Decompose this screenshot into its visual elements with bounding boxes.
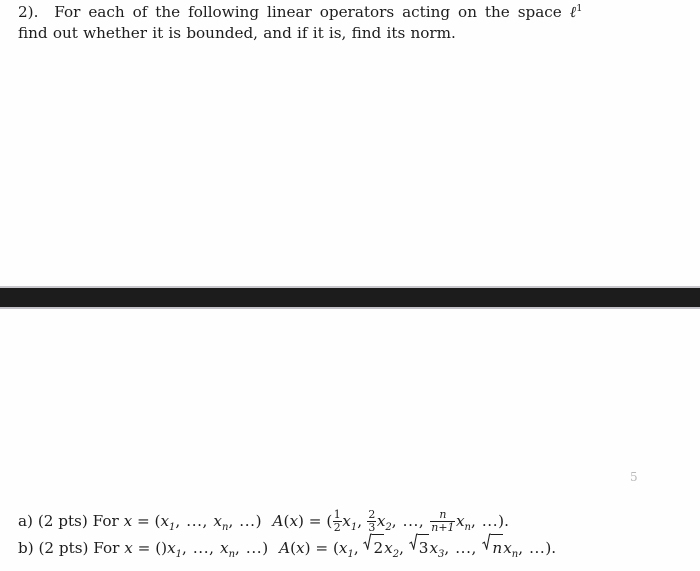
part-b-stray-parentheses: () [155,539,168,557]
part-a-fraction-one-half: 12 [332,508,342,534]
problem-statement-line-1: 2). For each of the following linear ope… [18,2,682,23]
part-a-separator-3: , ... [470,512,499,530]
problem-part-b: b) (2 pts) For x = ()x1, ..., xn, ...) A(… [18,533,690,561]
part-a-fraction-two-thirds: 23 [367,508,377,534]
radicand: 2 [372,534,385,561]
dark-separator-bar [0,288,700,307]
part-b-operator-name: A [279,539,291,557]
radicand: 3 [417,534,430,561]
part-a-fraction-n-over-n-plus-1: n n+1 [430,508,456,534]
part-b-points: (2 pts) [38,539,89,557]
part-b-operator-arg-close: ) [304,539,311,557]
part-b-for-word: For [93,539,120,557]
part-a-term1-var: x [342,512,351,530]
part-b-label: b) [18,539,34,557]
part-b-variable: x [124,539,133,557]
radicand: n [491,534,504,561]
part-b-operator-equals: = [315,539,329,557]
part-b-domain-dots-1: , ..., [182,539,221,557]
part-b-equals: = [137,539,151,557]
part-b-domain-close: ) [262,539,269,557]
problem-statement-line-2: find out whether it is bounded, and if i… [18,24,456,42]
part-a-range-open: ( [326,512,333,530]
fraction-denominator: n+1 [430,520,456,534]
part-a-equals: = [136,512,150,530]
fraction-numerator: 1 [333,508,341,522]
part-a-for-word: For [92,512,119,530]
part-b-sqrt-3-icon: 3 [408,533,430,561]
part-b-separator-1: , [353,539,364,557]
part-a-operator-arg: x [289,512,299,530]
part-a-domain-close: ) [255,512,262,530]
problem-number: 2). [18,3,39,21]
part-b-term2-var: x [384,539,393,557]
fraction-denominator: 2 [332,520,342,534]
part-b-separator-3: , ..., [444,539,483,557]
problem-statement: 2). For each of the following linear ope… [18,2,682,44]
part-b-separator-2: , [399,539,409,557]
part-b-domain-xn: x [220,539,229,557]
part-a-domain-x1: x [160,512,170,530]
part-b-separator-4: , ... [518,539,546,557]
part-a-points: (2 pts) [37,512,88,530]
part-a-domain-dots-1: , ..., [175,512,214,530]
part-a-operator-name: A [272,512,284,530]
part-a-operator-equals: = [308,512,322,530]
part-b-sqrt-2-icon: 2 [363,533,385,561]
part-a-separator-1: , [357,512,367,530]
page-number: 5 [630,470,638,484]
part-a-domain-xn: x [213,512,222,530]
ell-superscript: 1 [576,2,583,14]
separator-bar-bottom-edge [0,307,700,309]
part-b-sqrt-n-icon: n [482,533,504,561]
part-b-period: . [551,539,557,557]
problem-part-a: a) (2 pts) For x = (x1, ..., xn, ...) A(x… [18,508,690,534]
radical-tick-icon [408,533,418,550]
part-a-separator-2: , ..., [391,512,430,530]
fraction-numerator: 2 [368,508,376,522]
problem-parts-list: a) (2 pts) For x = (x1, ..., xn, ...) A(x… [18,508,690,561]
part-b-term3-var: x [429,539,439,557]
fraction-numerator: n [439,508,447,522]
fraction-denominator: 3 [367,520,377,534]
radical-tick-icon [482,533,492,550]
part-a-period: . [504,512,509,530]
part-b-termn-var: x [503,539,512,557]
part-b-domain-x1: x [167,539,176,557]
ell-one-space-symbol: ℓ1 [569,2,583,21]
part-a-variable: x [123,512,133,530]
part-a-operator-arg-close: ) [298,512,304,530]
radical-tick-icon [363,533,373,550]
part-b-domain-dots-2: , ... [235,539,263,557]
part-a-domain-dots-2: , ... [228,512,256,530]
part-a-label: a) [18,512,33,530]
part-b-operator-arg: x [296,539,305,557]
problem-statement-text: For each of the following linear operato… [54,3,562,21]
part-a-term3-var: x [455,512,465,530]
document-page: 2). For each of the following linear ope… [0,0,700,571]
